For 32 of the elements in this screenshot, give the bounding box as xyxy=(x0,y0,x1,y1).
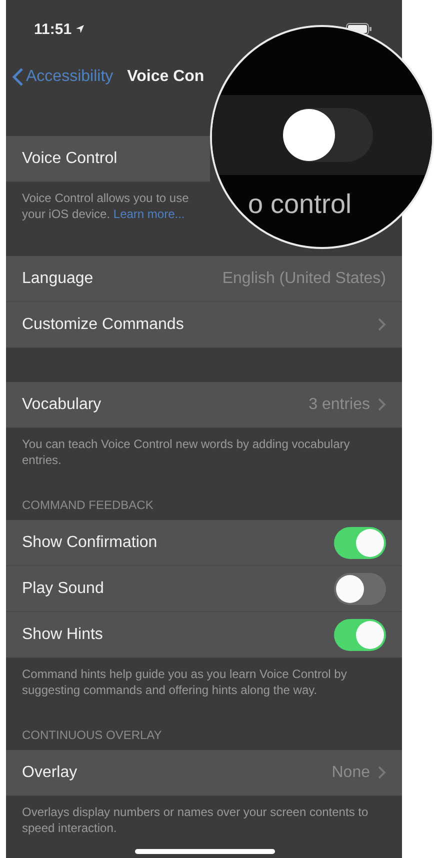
row-value: English (United States) xyxy=(222,270,386,288)
settings-row[interactable]: Voice Control xyxy=(6,136,210,182)
section-header: COMMAND FEEDBACK xyxy=(21,497,154,514)
back-chevron-icon xyxy=(12,67,24,87)
row-value: None xyxy=(332,764,370,782)
settings-row[interactable]: Language English (United States) xyxy=(6,256,402,302)
location-arrow-icon xyxy=(74,24,85,34)
section-footer: Command hints help guide you as you learn Voice Control by suggesting commands and offering hints along the way. xyxy=(6,658,402,698)
section-footer: You can teach Voice Control new words by adding vocabulary entries. xyxy=(6,428,402,468)
magnified-text: o control xyxy=(247,188,353,220)
settings-row[interactable]: Play Sound xyxy=(6,566,402,612)
row-label: Voice Control xyxy=(22,150,118,168)
status-time: 11:51 xyxy=(34,20,72,38)
settings-row[interactable]: Vocabulary 3 entries xyxy=(6,382,402,428)
toggle-switch[interactable] xyxy=(334,526,386,558)
row-value: 3 entries xyxy=(308,396,370,414)
toggle-switch[interactable] xyxy=(334,572,386,604)
settings-row[interactable]: Show Hints xyxy=(6,612,402,658)
settings-row[interactable]: Overlay None xyxy=(6,750,402,796)
section-header: CONTINUOUS OVERLAY xyxy=(21,727,163,744)
row-label: Vocabulary xyxy=(22,396,102,414)
section-footer: Overlays display numbers or names over your screen contents to speed interaction. xyxy=(6,796,402,836)
nav-title: Voice Con xyxy=(127,68,204,86)
row-label: Show Confirmation xyxy=(22,534,158,552)
toggle-switch[interactable] xyxy=(334,618,386,650)
settings-row[interactable]: Show Confirmation xyxy=(6,520,402,566)
row-label: Play Sound xyxy=(22,580,104,598)
row-label: Customize Commands xyxy=(22,316,184,334)
row-label: Show Hints xyxy=(22,626,103,644)
row-label: Language xyxy=(22,270,94,288)
settings-row[interactable]: Customize Commands xyxy=(6,302,402,348)
row-label: Overlay xyxy=(22,764,78,782)
